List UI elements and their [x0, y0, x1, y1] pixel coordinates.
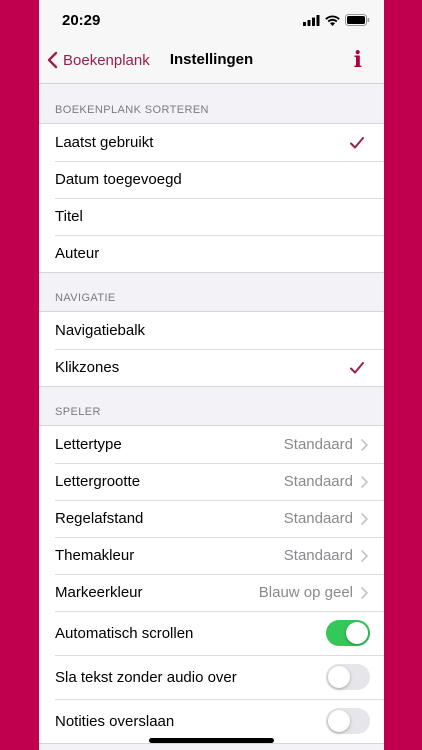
- status-icons: [303, 14, 370, 26]
- toggle-knob: [328, 666, 350, 688]
- row-label: Lettertype: [55, 436, 122, 453]
- wifi-icon: [325, 14, 340, 26]
- player-line-spacing-row[interactable]: Regelafstand Standaard: [39, 500, 384, 537]
- player-group: Lettertype Standaard Lettergrootte Stand…: [39, 425, 384, 744]
- row-label: Themakleur: [55, 547, 135, 564]
- battery-icon: [345, 14, 370, 26]
- auto-scroll-row: Automatisch scrollen: [39, 611, 384, 655]
- home-indicator[interactable]: [149, 738, 274, 743]
- player-highlight-color-row[interactable]: Markeerkleur Blauw op geel: [39, 574, 384, 611]
- row-label: Navigatiebalk: [55, 322, 146, 339]
- phone-screen: 20:29 Boekenplank Instellingen i BOEKENP…: [39, 0, 384, 750]
- chevron-right-icon: [361, 475, 368, 488]
- chevron-left-icon: [47, 51, 58, 69]
- status-time: 20:29: [62, 12, 101, 29]
- section-header-navigation: NAVIGATIE: [55, 292, 116, 304]
- checkmark-icon: [350, 361, 364, 373]
- section-header-sort: BOEKENPLANK SORTEREN: [55, 104, 209, 116]
- row-value: Standaard: [283, 436, 353, 453]
- sort-option-title[interactable]: Titel: [39, 198, 384, 235]
- player-theme-color-row[interactable]: Themakleur Standaard: [39, 537, 384, 574]
- sort-group: Laatst gebruikt Datum toegevoegd Titel A…: [39, 123, 384, 273]
- navigation-bar: Boekenplank Instellingen i: [39, 40, 384, 84]
- player-font-row[interactable]: Lettertype Standaard: [39, 426, 384, 463]
- auto-scroll-toggle[interactable]: [326, 620, 370, 646]
- navigation-option-navbar[interactable]: Navigatiebalk: [39, 312, 384, 349]
- chevron-right-icon: [361, 549, 368, 562]
- row-value: Standaard: [283, 547, 353, 564]
- sort-option-author[interactable]: Auteur: [39, 235, 384, 272]
- navigation-option-click-zones[interactable]: Klikzones: [39, 349, 384, 386]
- player-font-size-row[interactable]: Lettergrootte Standaard: [39, 463, 384, 500]
- row-label: Markeerkleur: [55, 584, 143, 601]
- signal-icon: [303, 14, 320, 26]
- row-value: Standaard: [283, 473, 353, 490]
- skip-notes-row: Notities overslaan: [39, 699, 384, 743]
- section-header-player: SPELER: [55, 406, 101, 418]
- row-label: Laatst gebruikt: [55, 134, 154, 151]
- row-label: Regelafstand: [55, 510, 144, 527]
- toggle-knob: [328, 710, 350, 732]
- back-button-label: Boekenplank: [63, 51, 150, 69]
- row-label: Klikzones: [55, 359, 120, 376]
- checkmark-icon: [350, 136, 364, 148]
- row-label: Titel: [55, 208, 83, 225]
- skip-text-without-audio-toggle[interactable]: [326, 664, 370, 690]
- skip-notes-toggle[interactable]: [326, 708, 370, 734]
- back-button[interactable]: Boekenplank: [47, 49, 150, 71]
- settings-list: BOEKENPLANK SORTEREN Laatst gebruikt Dat…: [39, 85, 384, 744]
- row-value: Blauw op geel: [258, 584, 353, 601]
- chevron-right-icon: [361, 512, 368, 525]
- skip-text-without-audio-row: Sla tekst zonder audio over: [39, 655, 384, 699]
- chevron-right-icon: [361, 438, 368, 451]
- row-value: Standaard: [283, 510, 353, 527]
- navigation-group: Navigatiebalk Klikzones: [39, 311, 384, 387]
- sort-option-date-added[interactable]: Datum toegevoegd: [39, 161, 384, 198]
- toggle-knob: [346, 622, 368, 644]
- row-label: Datum toegevoegd: [55, 171, 182, 188]
- row-label: Lettergrootte: [55, 473, 141, 490]
- row-label: Auteur: [55, 245, 100, 262]
- sort-option-last-used[interactable]: Laatst gebruikt: [39, 124, 384, 161]
- status-bar: 20:29: [39, 0, 384, 40]
- info-button[interactable]: i: [354, 47, 362, 73]
- chevron-right-icon: [361, 586, 368, 599]
